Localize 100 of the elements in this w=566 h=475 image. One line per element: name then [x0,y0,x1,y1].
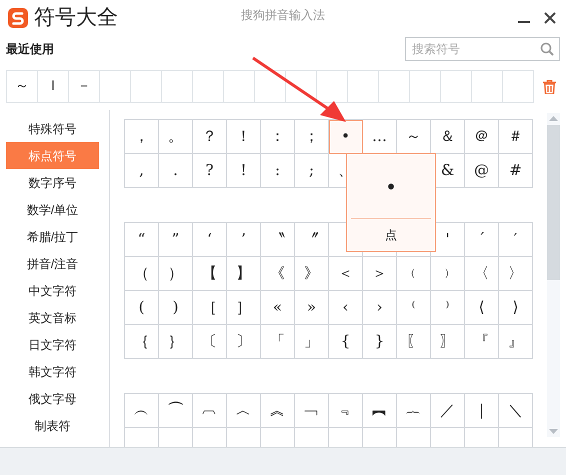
symbol-cell[interactable]: ＼ [499,394,533,428]
symbol-cell[interactable]: ﹙ [397,257,431,291]
symbol-cell[interactable]: ‘ [193,223,227,257]
recent-slot[interactable] [286,71,317,103]
category-item[interactable]: 中文字符 [6,277,99,304]
symbol-cell[interactable]: ) [159,291,193,325]
symbol-cell[interactable]: ? [193,154,227,188]
symbol-cell[interactable]: ＞ [363,257,397,291]
symbol-cell[interactable]: « [261,291,295,325]
symbol-cell[interactable]: ’ [227,223,261,257]
category-item[interactable]: 希腊/拉丁 [6,223,99,250]
symbol-cell[interactable]: ， [125,120,159,154]
symbol-cell[interactable]: ［ [193,291,227,325]
symbol-cell[interactable]: ﹚ [431,257,465,291]
symbol-cell[interactable]: 〉 [499,257,533,291]
symbol-cell[interactable]: ⏜ [159,394,193,428]
symbol-cell[interactable]: » [295,291,329,325]
symbol-cell[interactable]: ｛ [125,325,159,359]
symbol-cell[interactable]: 〗 [431,325,465,359]
symbol-cell[interactable]: ｜ [465,394,499,428]
category-item[interactable]: 数学/单位 [6,196,99,223]
symbol-cell[interactable]: 」 [295,325,329,359]
symbol-cell[interactable]: . [159,154,193,188]
scroll-up-icon[interactable] [549,116,558,121]
symbol-cell[interactable]: ⁾ [431,291,465,325]
scroll-down-icon[interactable] [549,429,558,434]
symbol-cell[interactable]: ︻ [363,394,397,428]
symbol-cell[interactable]: 『 [465,325,499,359]
symbol-cell[interactable]: ′ [499,223,533,257]
symbol-cell[interactable]: 〕 [227,325,261,359]
symbol-cell[interactable]: ⁽ [397,291,431,325]
symbol-cell[interactable]: （ [125,257,159,291]
preview-name: 点 [385,227,397,244]
symbol-cell[interactable]: ？ [193,120,227,154]
symbol-cell[interactable]: @ [465,154,499,188]
symbol-cell[interactable]: # [499,154,533,188]
symbol-cell[interactable]: 〖 [397,325,431,359]
symbol-cell[interactable]: 〞 [295,223,329,257]
logo-icon [8,8,28,28]
symbol-cell[interactable]: 〈 [465,257,499,291]
symbol-cell[interactable]: “ [125,223,159,257]
preview-symbol: • [385,174,397,201]
symbol-cell[interactable]: › [363,291,397,325]
symbol-cell[interactable]: ＜ [329,257,363,291]
symbol-cell[interactable]: ） [159,257,193,291]
category-item[interactable]: 英文音标 [6,304,99,331]
symbol-cell[interactable]: ］ [227,291,261,325]
recent-slot[interactable] [255,71,286,103]
symbol-cell[interactable]: 《 [261,257,295,291]
symbol-cell[interactable]: ( [125,291,159,325]
category-item[interactable]: 制表符 [6,412,99,439]
category-item[interactable]: 数字序号 [6,169,99,196]
symbol-cell[interactable]: 「 [261,325,295,359]
symbol-cell[interactable]: ⟩ [499,291,533,325]
recent-slot[interactable]: ～ [7,71,38,103]
symbol-cell[interactable]: ﹁ [295,394,329,428]
symbol-cell[interactable]: ” [159,223,193,257]
category-item[interactable]: 韩文字符 [6,358,99,385]
symbol-cell[interactable]: ； [295,120,329,154]
symbol-cell[interactable]: ︹ [193,394,227,428]
symbol-cell[interactable]: 。 [159,120,193,154]
trash-icon[interactable] [543,80,556,94]
recent-slot[interactable]: － [69,71,100,103]
symbol-cell[interactable]: , [125,154,159,188]
recent-slot[interactable]: Ｉ [38,71,69,103]
symbol-cell[interactable]: ˊ [465,223,499,257]
symbol-cell[interactable]: ⟨ [465,291,499,325]
category-item[interactable]: 拼音/注音 [6,250,99,277]
symbol-cell[interactable]: : [261,154,295,188]
symbol-cell[interactable]: ＠ [465,120,499,154]
search-icon[interactable] [540,42,554,56]
symbol-cell[interactable]: 【 [193,257,227,291]
symbol-cell[interactable]: ‹ [329,291,363,325]
symbol-cell[interactable]: ｝ [159,325,193,359]
symbol-cell[interactable]: ︵ [125,394,159,428]
symbol-cell[interactable]: 〔 [193,325,227,359]
symbol-cell[interactable]: } [363,325,397,359]
symbol-cell[interactable]: { [329,325,363,359]
symbol-cell[interactable]: ＃ [499,120,533,154]
symbol-cell[interactable]: 』 [499,325,533,359]
scroll-thumb[interactable] [547,125,560,280]
category-item[interactable]: 特殊符号 [6,115,99,142]
symbol-cell[interactable]: ﹃ [329,394,363,428]
close-icon[interactable] [544,12,556,24]
symbol-cell[interactable]: ! [227,154,261,188]
symbol-cell[interactable]: ： [261,120,295,154]
symbol-cell[interactable]: • [329,120,363,154]
category-item[interactable]: 俄文字母 [6,385,99,412]
category-item[interactable]: 日文字符 [6,331,99,358]
symbol-cell[interactable]: ︷ [397,394,431,428]
symbol-cell[interactable]: 〝 [261,223,295,257]
symbol-cell[interactable]: ！ [227,120,261,154]
symbol-cell[interactable]: ︽ [261,394,295,428]
symbol-cell[interactable]: 】 [227,257,261,291]
symbol-cell[interactable]: 》 [295,257,329,291]
symbol-cell[interactable]: ／ [431,394,465,428]
symbol-cell[interactable]: ; [295,154,329,188]
symbol-cell[interactable]: ︿ [227,394,261,428]
scrollbar[interactable] [547,113,560,437]
search-field[interactable]: 搜索符号 [405,37,560,61]
